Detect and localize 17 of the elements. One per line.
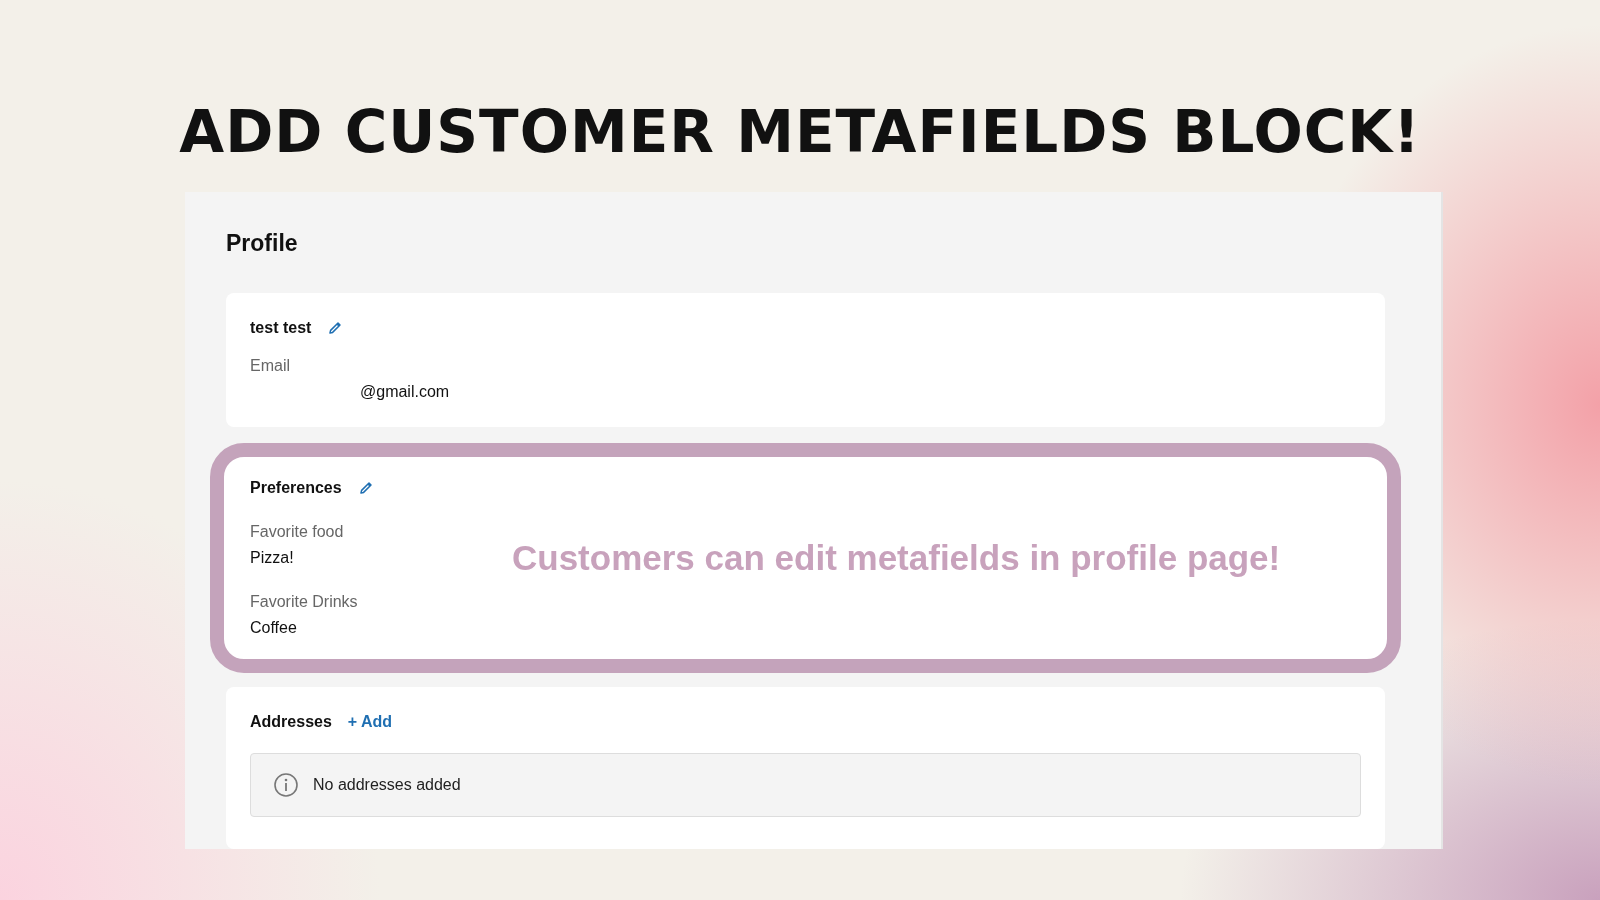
field-label: Favorite food bbox=[250, 523, 345, 541]
pencil-icon[interactable] bbox=[357, 480, 374, 496]
field-value: Pizza! bbox=[250, 549, 295, 567]
page-title: Profile bbox=[226, 230, 299, 257]
headline: ADD CUSTOMER METAFIELDS BLOCK! bbox=[179, 97, 1421, 168]
info-icon bbox=[273, 772, 299, 798]
field-label: Email bbox=[250, 357, 291, 375]
field-label: Favorite Drinks bbox=[250, 593, 359, 611]
field-value: Coffee bbox=[250, 619, 298, 637]
add-address-link[interactable]: + Add bbox=[347, 713, 393, 731]
pencil-icon[interactable] bbox=[327, 320, 344, 336]
customer-name: test test bbox=[250, 319, 312, 337]
callout-text: Customers can edit metafields in profile page! bbox=[512, 538, 1281, 578]
empty-message: No addresses added bbox=[313, 776, 461, 794]
card-title: Preferences bbox=[250, 479, 342, 497]
card-title: Addresses bbox=[250, 713, 332, 731]
field-value: @gmail.com bbox=[360, 383, 450, 400]
